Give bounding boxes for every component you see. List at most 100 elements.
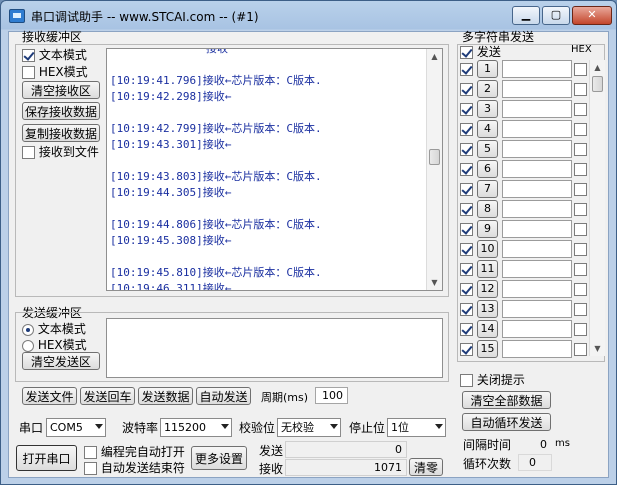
multi-send-button[interactable]: 8 xyxy=(477,200,498,218)
auto-send-button[interactable]: 自动发送 xyxy=(196,387,251,405)
interval-value[interactable]: 0 xyxy=(512,436,552,453)
multi-send-checkbox[interactable] xyxy=(460,243,473,256)
multi-hex-checkbox[interactable] xyxy=(574,243,587,256)
multi-send-button[interactable]: 5 xyxy=(477,140,498,158)
save-receive-button[interactable]: 保存接收数据 xyxy=(22,102,100,120)
multi-hex-checkbox[interactable] xyxy=(574,203,587,216)
multi-send-button[interactable]: 13 xyxy=(477,300,498,318)
multi-send-checkbox[interactable] xyxy=(460,183,473,196)
multi-scrollbar[interactable]: ▲ ▼ xyxy=(589,60,605,356)
multi-string-input[interactable] xyxy=(502,220,572,238)
port-select[interactable]: COM5 xyxy=(46,418,106,437)
multi-string-input[interactable] xyxy=(502,260,572,278)
multi-send-button[interactable]: 9 xyxy=(477,220,498,238)
multi-send-button[interactable]: 12 xyxy=(477,280,498,298)
multi-send-button[interactable]: 2 xyxy=(477,80,498,98)
maximize-button[interactable]: ▢ xyxy=(542,6,570,25)
send-return-button[interactable]: 发送回车 xyxy=(80,387,135,405)
multi-send-checkbox[interactable] xyxy=(460,283,473,296)
multi-send-checkbox[interactable] xyxy=(460,323,473,336)
scroll-thumb[interactable] xyxy=(429,149,440,165)
open-port-button[interactable]: 打开串口 xyxy=(16,445,77,471)
multi-send-checkbox[interactable] xyxy=(460,103,473,116)
more-settings-button[interactable]: 更多设置 xyxy=(191,446,247,470)
recv-text-mode-checkbox[interactable] xyxy=(22,49,35,62)
auto-loop-button[interactable]: 自动循环发送 xyxy=(462,413,551,431)
send-text-mode-option[interactable]: 文本模式 xyxy=(22,320,86,337)
multi-hex-checkbox[interactable] xyxy=(574,303,587,316)
multi-hex-checkbox[interactable] xyxy=(574,263,587,276)
multi-send-checkbox[interactable] xyxy=(460,83,473,96)
multi-send-checkbox[interactable] xyxy=(460,123,473,136)
multi-send-checkbox[interactable] xyxy=(460,303,473,316)
stop-select[interactable]: 1位 xyxy=(387,418,446,437)
send-text-mode-radio[interactable] xyxy=(22,323,34,336)
close-tip-checkbox[interactable] xyxy=(460,374,473,387)
multi-hex-checkbox[interactable] xyxy=(574,323,587,336)
multi-string-input[interactable] xyxy=(502,200,572,218)
parity-select[interactable]: 无校验 xyxy=(277,418,341,437)
auto-open-option[interactable]: 编程完自动打开 xyxy=(84,443,185,460)
multi-hex-checkbox[interactable] xyxy=(574,103,587,116)
multi-string-input[interactable] xyxy=(502,80,572,98)
multi-string-input[interactable] xyxy=(502,60,572,78)
multi-hex-checkbox[interactable] xyxy=(574,163,587,176)
title-bar[interactable]: 串口调试助手 -- www.STCAI.com -- (#1) ▁ ▢ ✕ xyxy=(1,1,616,31)
scroll-thumb[interactable] xyxy=(592,76,603,92)
send-textarea[interactable] xyxy=(106,318,443,378)
clear-count-button[interactable]: 清零 xyxy=(409,458,443,476)
multi-string-input[interactable] xyxy=(502,160,572,178)
multi-string-input[interactable] xyxy=(502,100,572,118)
multi-send-checkbox[interactable] xyxy=(460,163,473,176)
auto-end-checkbox[interactable] xyxy=(84,462,97,475)
multi-send-button[interactable]: 10 xyxy=(477,240,498,258)
multi-string-input[interactable] xyxy=(502,320,572,338)
close-tip-option[interactable]: 关闭提示 xyxy=(460,371,525,388)
receive-textarea[interactable]: 接收 [10:19:41.796]接收←芯片版本：C版本. [10:19:42.2… xyxy=(106,48,443,291)
multi-send-button[interactable]: 4 xyxy=(477,120,498,138)
multi-string-input[interactable] xyxy=(502,120,572,138)
recv-text-mode-option[interactable]: 文本模式 xyxy=(22,46,87,63)
multi-hex-checkbox[interactable] xyxy=(574,343,587,356)
multi-send-checkbox[interactable] xyxy=(460,223,473,236)
multi-send-all-checkbox[interactable] xyxy=(460,46,473,59)
multi-send-button[interactable]: 14 xyxy=(477,320,498,338)
multi-send-button[interactable]: 1 xyxy=(477,60,498,78)
multi-string-input[interactable] xyxy=(502,340,572,358)
multi-hex-checkbox[interactable] xyxy=(574,223,587,236)
multi-hex-checkbox[interactable] xyxy=(574,63,587,76)
clear-receive-button[interactable]: 清空接收区 xyxy=(22,81,100,99)
multi-hex-checkbox[interactable] xyxy=(574,143,587,156)
minimize-button[interactable]: ▁ xyxy=(512,6,540,25)
receive-scrollbar[interactable]: ▲ ▼ xyxy=(426,49,442,290)
multi-string-input[interactable] xyxy=(502,240,572,258)
baud-select[interactable]: 115200 xyxy=(160,418,232,437)
recv-to-file-checkbox[interactable] xyxy=(22,146,35,159)
auto-end-option[interactable]: 自动发送结束符 xyxy=(84,459,185,476)
multi-hex-checkbox[interactable] xyxy=(574,183,587,196)
multi-send-checkbox[interactable] xyxy=(460,63,473,76)
clear-all-button[interactable]: 清空全部数据 xyxy=(462,391,551,409)
recv-hex-mode-checkbox[interactable] xyxy=(22,66,35,79)
multi-string-input[interactable] xyxy=(502,280,572,298)
multi-hex-checkbox[interactable] xyxy=(574,283,587,296)
auto-open-checkbox[interactable] xyxy=(84,446,97,459)
multi-string-input[interactable] xyxy=(502,140,572,158)
multi-hex-checkbox[interactable] xyxy=(574,123,587,136)
multi-send-checkbox[interactable] xyxy=(460,143,473,156)
clear-send-button[interactable]: 清空发送区 xyxy=(22,352,100,370)
copy-receive-button[interactable]: 复制接收数据 xyxy=(22,124,100,142)
send-file-button[interactable]: 发送文件 xyxy=(22,387,77,405)
loop-count-value[interactable]: 0 xyxy=(518,454,552,471)
multi-send-button[interactable]: 11 xyxy=(477,260,498,278)
scroll-up-arrow-icon[interactable]: ▲ xyxy=(590,60,605,75)
multi-send-button[interactable]: 15 xyxy=(477,340,498,358)
recv-to-file-option[interactable]: 接收到文件 xyxy=(22,143,99,160)
multi-send-checkbox[interactable] xyxy=(460,343,473,356)
multi-hex-checkbox[interactable] xyxy=(574,83,587,96)
multi-send-header[interactable]: 发送 xyxy=(460,43,501,60)
multi-string-input[interactable] xyxy=(502,300,572,318)
scroll-down-arrow-icon[interactable]: ▼ xyxy=(427,275,442,290)
period-input[interactable]: 100 xyxy=(315,387,348,404)
send-hex-mode-radio[interactable] xyxy=(22,339,34,352)
